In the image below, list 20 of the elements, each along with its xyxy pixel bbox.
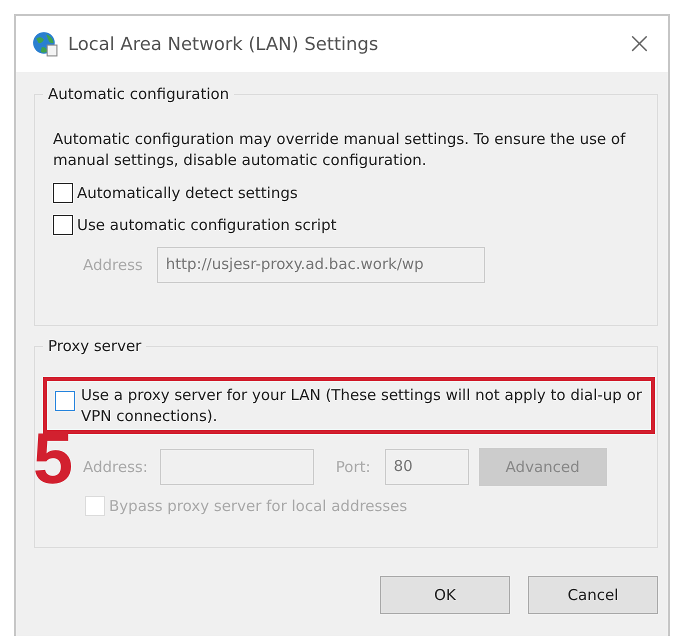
checkbox-label: Use a proxy server for your LAN (These settings will not apply to dial-up or VPN connections). bbox=[81, 385, 643, 427]
window-title: Local Area Network (LAN) Settings bbox=[68, 34, 380, 54]
dialog-button[interactable]: OK bbox=[380, 576, 510, 614]
port-label: Port: bbox=[336, 458, 371, 476]
checkbox[interactable] bbox=[53, 215, 73, 235]
dialog-button[interactable]: Cancel bbox=[528, 576, 658, 614]
close-button[interactable]: × bbox=[626, 29, 652, 59]
checkbox[interactable] bbox=[53, 183, 73, 203]
address-field[interactable] bbox=[160, 449, 314, 485]
group-title: Proxy server bbox=[43, 337, 146, 355]
checkbox-label: Automatically detect settings bbox=[77, 184, 298, 202]
address-label: Address bbox=[83, 256, 143, 274]
description-text: Automatic configuration may override manual settings. To ensure the use of manual settings, disable automatic configuration. bbox=[53, 129, 627, 171]
checkbox-label: Bypass proxy server for local addresses bbox=[109, 497, 408, 515]
checkbox-label: Use automatic configuration script bbox=[77, 216, 336, 234]
step-number: 5 bbox=[33, 423, 74, 495]
globe-icon bbox=[32, 31, 58, 57]
address-label: Address: bbox=[83, 458, 148, 476]
group-title: Automatic configuration bbox=[43, 85, 234, 103]
checkbox[interactable] bbox=[55, 391, 75, 411]
